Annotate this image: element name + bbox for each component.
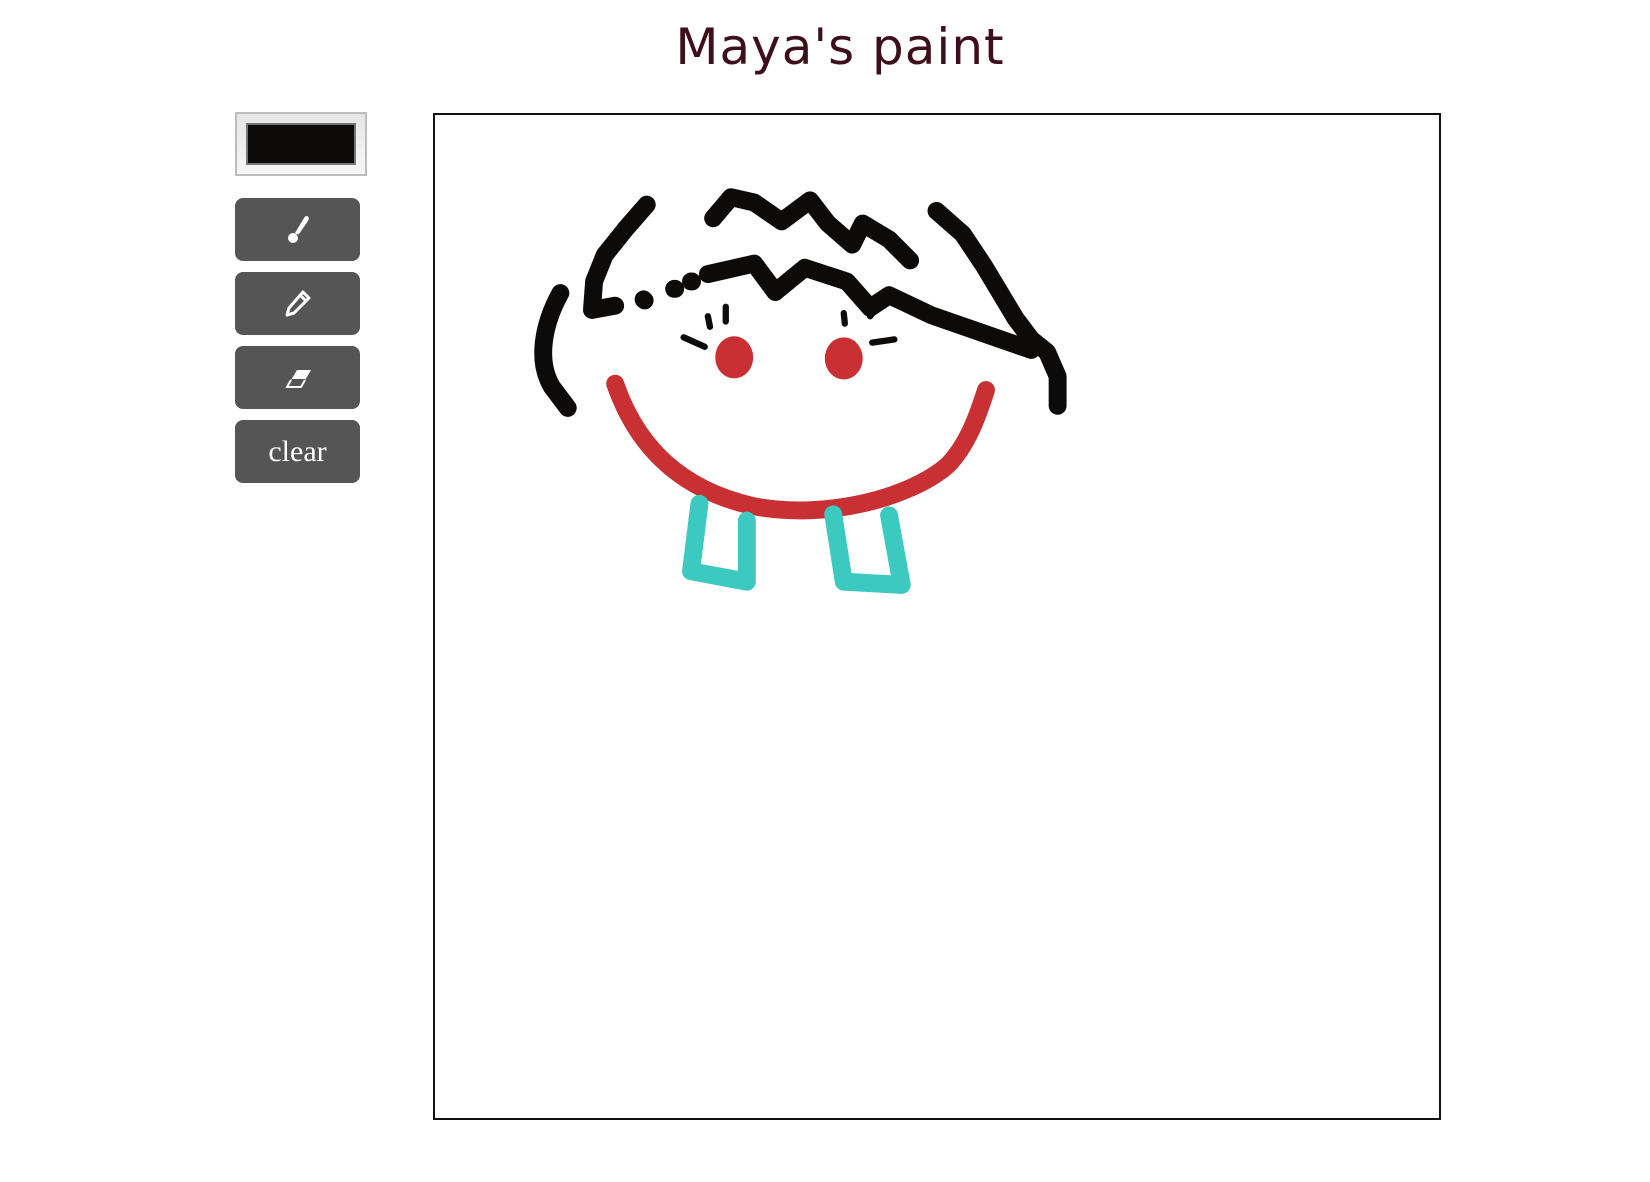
paintbrush-icon — [287, 215, 309, 243]
page-title: Maya's paint — [675, 18, 1005, 76]
eraser-icon — [284, 369, 311, 388]
current-color-swatch — [246, 123, 356, 165]
color-picker[interactable] — [235, 112, 367, 176]
cheeks — [715, 336, 863, 380]
brush-tool-button[interactable] — [235, 198, 360, 261]
drawing-canvas[interactable] — [433, 113, 1441, 1120]
eraser-tool-button[interactable] — [235, 346, 360, 409]
pencil-icon — [285, 290, 310, 316]
black-strokes — [534, 188, 1067, 417]
pencil-tool-button[interactable] — [235, 272, 360, 335]
clear-button[interactable]: clear — [235, 420, 360, 483]
smile — [606, 374, 995, 520]
drawing — [534, 188, 1067, 594]
